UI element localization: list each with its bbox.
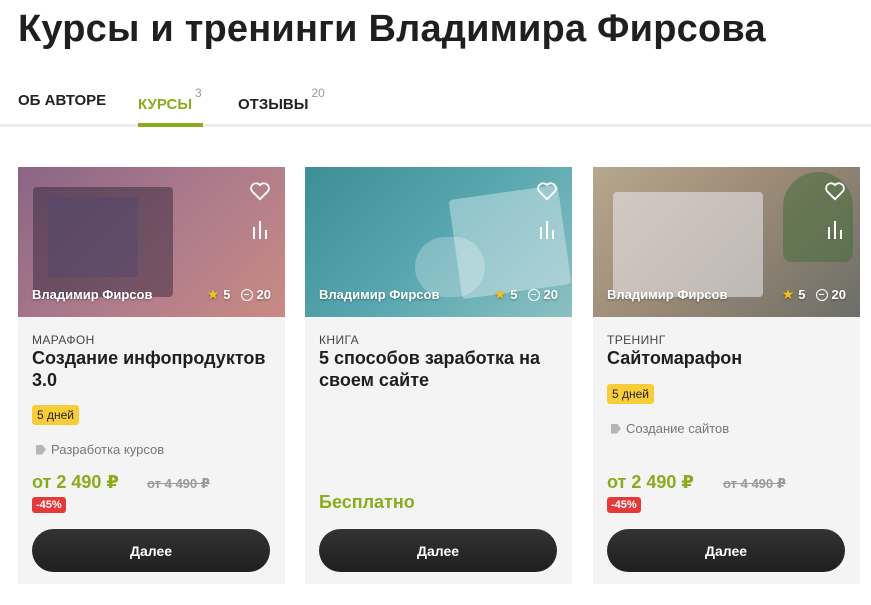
heart-icon[interactable] (249, 181, 271, 201)
author-name[interactable]: Владимир Фирсов (319, 287, 439, 302)
course-type: МАРАФОН (32, 333, 95, 347)
page-title: Курсы и тренинги Владимира Фирсова (18, 8, 766, 50)
price: от 2 490 ₽ (607, 472, 694, 492)
tab-count: 3 (195, 86, 202, 100)
rating-value: 5 (798, 287, 806, 302)
active-tab-indicator (138, 123, 203, 127)
tabs-divider (0, 124, 871, 127)
comment-count: 20 (543, 287, 558, 302)
old-price: от 4 490 ₽ (723, 476, 786, 491)
tag-icon (36, 444, 46, 455)
free-label: Бесплатно (319, 492, 415, 512)
comment-icon (815, 288, 828, 301)
star-icon: ★ (206, 286, 220, 302)
stats-icon[interactable] (538, 219, 556, 239)
rating-block: ★ 5 20 (782, 286, 846, 303)
stats-icon[interactable] (251, 219, 269, 239)
course-title[interactable]: Сайтомарафон (607, 347, 847, 369)
rating-block: ★ 5 20 (494, 286, 558, 303)
discount-badge: -45% (607, 497, 641, 513)
course-image[interactable]: Владимир Фирсов ★ 5 20 (18, 167, 285, 317)
rating-value: 5 (223, 287, 231, 302)
course-image[interactable]: Владимир Фирсов ★ 5 20 (593, 167, 860, 317)
tab-label: КУРСЫ (138, 96, 193, 113)
more-button[interactable]: Далее (607, 529, 845, 572)
tab-courses[interactable]: КУРСЫ3 (138, 86, 202, 113)
course-title[interactable]: Создание инфопродуктов 3.0 (32, 347, 272, 391)
discount-badge: -45% (32, 497, 66, 513)
tab-count: 20 (311, 86, 325, 100)
tag-icon (611, 423, 621, 434)
course-card[interactable]: Владимир Фирсов ★ 5 20 КНИГА 5 способов … (305, 167, 572, 584)
duration-badge: 5 дней (32, 405, 80, 425)
more-button[interactable]: Далее (319, 529, 557, 572)
heart-icon[interactable] (536, 181, 558, 201)
heart-icon[interactable] (824, 181, 846, 201)
laptop-image (613, 192, 763, 297)
tab-reviews[interactable]: ОТЗЫВЫ20 (238, 86, 325, 113)
tag-label: Создание сайтов (626, 421, 730, 436)
course-card[interactable]: Владимир Фирсов ★ 5 20 МАРАФОН Создание … (18, 167, 285, 584)
course-title[interactable]: 5 способов заработка на своем сайте (319, 347, 559, 391)
course-type: ТРЕНИНГ (607, 333, 666, 347)
tab-label: ОБ АВТОРЕ (18, 92, 107, 109)
category-tag[interactable]: Создание сайтов (611, 421, 729, 436)
duration-badge: 5 дней (607, 384, 655, 404)
rating-block: ★ 5 20 (207, 286, 271, 303)
course-image[interactable]: Владимир Фирсов ★ 5 20 (305, 167, 572, 317)
comment-count: 20 (256, 287, 271, 302)
course-card[interactable]: Владимир Фирсов ★ 5 20 ТРЕНИНГ Сайтомара… (593, 167, 860, 584)
star-icon: ★ (781, 286, 795, 302)
tab-about-author[interactable]: ОБ АВТОРЕ (18, 92, 106, 109)
price: от 2 490 ₽ (32, 472, 119, 492)
star-icon: ★ (493, 286, 507, 302)
more-button[interactable]: Далее (32, 529, 270, 572)
comment-icon (240, 288, 253, 301)
comment-icon (527, 288, 540, 301)
stats-icon[interactable] (826, 219, 844, 239)
rating-value: 5 (510, 287, 518, 302)
old-price: от 4 490 ₽ (147, 476, 210, 491)
author-name[interactable]: Владимир Фирсов (607, 287, 727, 302)
category-tag[interactable]: Разработка курсов (36, 442, 164, 457)
tag-label: Разработка курсов (51, 442, 165, 457)
comment-count: 20 (831, 287, 846, 302)
tab-label: ОТЗЫВЫ (238, 96, 309, 113)
course-type: КНИГА (319, 333, 359, 347)
author-name[interactable]: Владимир Фирсов (32, 287, 152, 302)
screen-content (48, 197, 138, 277)
